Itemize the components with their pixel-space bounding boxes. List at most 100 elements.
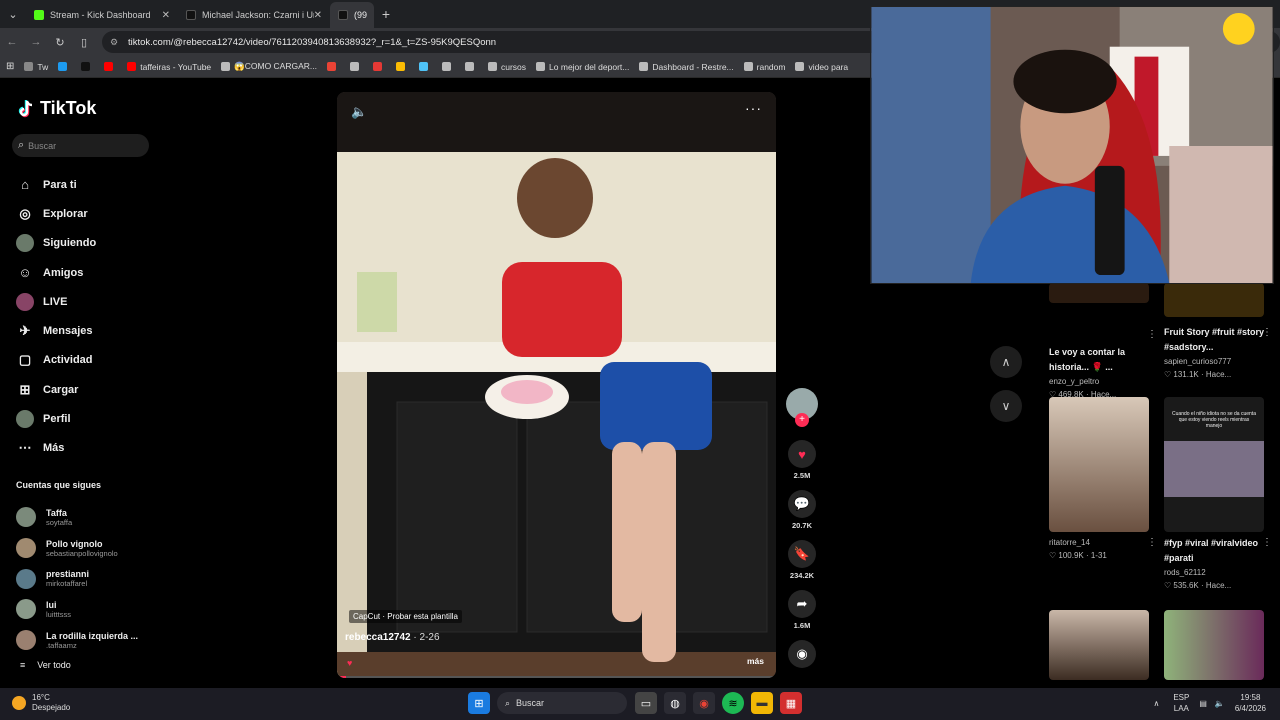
spotify-icon[interactable]: ≋: [722, 692, 744, 714]
nav-item[interactable]: ⋯ Más: [16, 434, 156, 463]
bookmark-item[interactable]: [419, 62, 432, 71]
bookmark-item[interactable]: cursos: [488, 62, 526, 72]
more-options-icon[interactable]: ···: [745, 100, 762, 116]
following-account[interactable]: Pollo vignolo sebastianpollovignolo: [16, 533, 166, 564]
account-name: prestianni: [46, 569, 90, 580]
bookmark-item[interactable]: [81, 62, 94, 71]
scroll-up-button[interactable]: ∧: [990, 346, 1022, 378]
back-icon[interactable]: ←: [0, 36, 24, 48]
nav-item[interactable]: ⊞ Cargar: [16, 375, 156, 404]
nav-item[interactable]: LIVE: [16, 287, 156, 316]
follow-plus-icon[interactable]: +: [795, 413, 809, 427]
bookmark-item[interactable]: [327, 62, 340, 71]
more-text-link[interactable]: más: [747, 656, 764, 666]
bookmark-button[interactable]: 🔖: [788, 540, 816, 568]
like-button[interactable]: ♥: [788, 440, 816, 468]
more-options-icon[interactable]: ⋮: [1262, 537, 1272, 548]
comment-button[interactable]: 💬: [788, 490, 816, 518]
bookmark-item[interactable]: Dashboard - Restre...: [639, 62, 734, 72]
more-options-icon[interactable]: ⋮: [1147, 329, 1157, 340]
bookmark-item[interactable]: [58, 62, 71, 71]
taskbar-search[interactable]: ⌕ Buscar: [497, 692, 627, 714]
tab-search-icon[interactable]: ⌄: [0, 0, 26, 28]
avatar: [16, 410, 34, 429]
task-view-icon[interactable]: ▭: [635, 692, 657, 714]
bookmark-item[interactable]: 😱COMO CARGAR...: [221, 61, 317, 72]
bookmark-item[interactable]: [350, 62, 363, 71]
scroll-down-button[interactable]: ∨: [990, 390, 1022, 422]
tiktok-favicon-icon: [338, 10, 348, 20]
recommendation-item[interactable]: Fruit Story #fruit #story #sadstory... s…: [1164, 283, 1272, 381]
nav-item[interactable]: ▢ Actividad: [16, 346, 156, 375]
share-button[interactable]: ➦: [788, 590, 816, 618]
windows-start-icon[interactable]: ⊞: [468, 692, 490, 714]
close-icon[interactable]: ✕: [314, 10, 322, 21]
bookmark-item[interactable]: [465, 62, 478, 71]
bookmark-item[interactable]: random: [743, 62, 785, 72]
bookmark-item[interactable]: Lo mejor del deport...: [536, 62, 629, 72]
nav-item[interactable]: ✈ Mensajes: [16, 316, 156, 345]
tab-tiktok-1[interactable]: Michael Jackson: Czarni i Unez... ✕: [178, 2, 330, 28]
tab-tiktok-active[interactable]: (99: [330, 2, 374, 28]
video-player[interactable]: 🔈 ··· CapCut · Probar esta plantilla reb…: [337, 92, 776, 678]
chrome-icon[interactable]: ◉: [693, 692, 715, 714]
following-account[interactable]: Taffa soytaffa: [16, 502, 166, 533]
weather-widget[interactable]: 16°C Despejado: [12, 693, 70, 713]
volume-icon[interactable]: 🔈: [351, 104, 367, 120]
tray-chevron-icon[interactable]: ∧: [1153, 699, 1159, 708]
bookmark-item[interactable]: video para: [795, 62, 848, 72]
close-icon[interactable]: ✕: [162, 10, 170, 21]
file-explorer-icon[interactable]: ▬: [751, 692, 773, 714]
tab-label: Stream - Kick Dashboard: [50, 10, 151, 20]
recommendation-item[interactable]: Le voy a contar la historia... 🌹 ... enz…: [1049, 283, 1157, 401]
search-input[interactable]: ⌕ Buscar: [12, 134, 149, 157]
nav-label: Actividad: [43, 354, 93, 367]
nav-item[interactable]: ☺ Amigos: [16, 258, 156, 287]
apps-icon[interactable]: ⊞: [6, 61, 14, 72]
bookmark-item[interactable]: [104, 62, 117, 71]
more-options-icon[interactable]: ⋮: [1147, 537, 1157, 548]
following-account[interactable]: prestianni mirkotaffarel: [16, 563, 166, 594]
more-options-icon[interactable]: ⋮: [1262, 327, 1272, 338]
bookmark-favicon-icon: [536, 62, 546, 71]
bookmark-item[interactable]: [396, 62, 409, 71]
tab-kick[interactable]: Stream - Kick Dashboard ✕: [26, 2, 178, 28]
share-action: ➦ 1.6M: [786, 590, 818, 630]
site-info-icon[interactable]: ⚙: [110, 37, 122, 48]
reload-icon[interactable]: ↻: [48, 36, 72, 49]
volume-icon[interactable]: 🔈: [1215, 699, 1225, 708]
obs-icon[interactable]: ◍: [664, 692, 686, 714]
clock[interactable]: 19:58 6/4/2026: [1235, 692, 1266, 714]
progress-track[interactable]: [337, 676, 776, 678]
sidebar-icon[interactable]: ▯: [72, 36, 96, 49]
recommendation-item[interactable]: ritatorre_14 ♡ 100.9K · 1-31 ⋮: [1049, 397, 1157, 562]
kick-favicon-icon: [34, 10, 44, 20]
bookmark-item[interactable]: taffeiras - YouTube: [127, 62, 211, 72]
recommendation-item[interactable]: [1164, 610, 1264, 680]
nav-item[interactable]: Perfil: [16, 404, 156, 433]
nav-item[interactable]: ⌂ Para ti: [16, 170, 156, 199]
see-all-link[interactable]: ≡ Ver todo: [20, 660, 71, 670]
recommendation-item[interactable]: Cuando el niño idiota no se da cuenta qu…: [1164, 397, 1272, 592]
recommendation-item[interactable]: [1049, 610, 1149, 680]
following-account[interactable]: La rodilla izquierda ... .taffaamz: [16, 625, 166, 656]
creator-avatar[interactable]: +: [786, 388, 818, 427]
nav-item[interactable]: Siguiendo: [16, 229, 156, 258]
input-language[interactable]: ESP LAA: [1173, 692, 1189, 714]
bookmark-item[interactable]: [442, 62, 455, 71]
music-disc-icon[interactable]: ◉: [788, 640, 816, 668]
author-name[interactable]: rebecca12742: [345, 632, 411, 643]
bookmark-item[interactable]: [373, 62, 386, 71]
new-tab-button[interactable]: +: [374, 6, 398, 22]
tiktok-logo[interactable]: TikTok: [16, 98, 96, 119]
clock-date: 6/4/2026: [1234, 704, 1266, 713]
following-account[interactable]: lui luitttsss: [16, 594, 166, 625]
capcut-template-link[interactable]: CapCut · Probar esta plantilla: [349, 610, 462, 623]
bookmark-item[interactable]: Tw: [24, 62, 48, 72]
network-icon[interactable]: ▤: [1199, 699, 1207, 708]
store-icon[interactable]: ▦: [780, 692, 802, 714]
forward-icon[interactable]: →: [24, 36, 48, 48]
nav-label: Explorar: [43, 207, 88, 220]
messages-icon: ✈: [19, 323, 31, 339]
nav-item[interactable]: ◎ Explorar: [16, 199, 156, 228]
